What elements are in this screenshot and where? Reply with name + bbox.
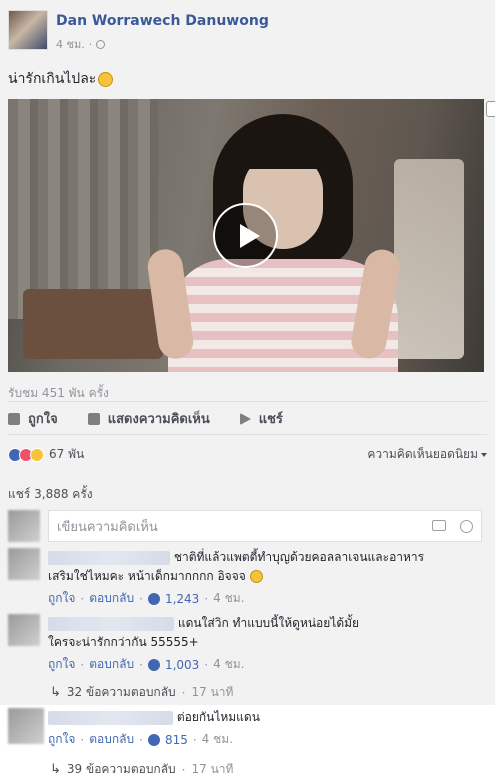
comment-line: ชาติที่แล้วแพตตี้ทำบุญด้วยคอลลาเจนและอาห… — [173, 550, 425, 564]
like-reaction-icon — [147, 658, 160, 671]
meta-separator: · — [192, 732, 197, 747]
video-sofa — [23, 289, 163, 359]
replies-time: 17 นาที — [191, 762, 234, 776]
comment-line: แดนใส่วิก ทำแบบนี้ให้ดูหน่อยได้มั้ย — [177, 616, 360, 630]
post-text-content: น่ารักเกินไปละ — [8, 71, 97, 87]
share-button[interactable]: แชร์ — [239, 408, 283, 429]
divider — [8, 434, 487, 435]
meta-separator: · — [204, 591, 209, 606]
list-item: ชาติที่แล้วแพตตี้ทำบุญด้วยคอลลาเจนและอาห… — [8, 548, 482, 608]
camera-icon[interactable] — [432, 519, 446, 531]
comment-placeholder: เขียนความคิดเห็น — [57, 519, 158, 535]
grin-emoji-icon — [98, 71, 114, 87]
comment-like-link[interactable]: ถูกใจ — [48, 589, 75, 608]
author-name[interactable]: Dan Worrawech Danuwong — [56, 13, 269, 29]
like-label: ถูกใจ — [28, 412, 58, 427]
meta-separator: · — [139, 732, 143, 747]
comment-time[interactable]: 4 ชม. — [213, 655, 244, 674]
comment-meta: ถูกใจ · ตอบกลับ · 1,243 · 4 ชม. — [48, 589, 482, 608]
divider — [8, 401, 487, 402]
play-button[interactable] — [213, 203, 278, 268]
comment-reply-link[interactable]: ตอบกลับ — [89, 655, 134, 674]
like-reaction-icon — [147, 592, 160, 605]
globe-icon[interactable] — [96, 39, 106, 49]
view-replies-link[interactable]: ↳ 39 ข้อความตอบกลับ · 17 นาที — [50, 760, 233, 778]
comment-text: ต่อยกันไหมแดน — [48, 708, 482, 727]
comment-time[interactable]: 4 ชม. — [213, 589, 244, 608]
post-text: น่ารักเกินไปละ — [8, 68, 114, 90]
meta-separator: · — [181, 762, 186, 777]
meta-separator: · — [80, 732, 85, 747]
meta-separator: · — [204, 657, 209, 672]
comment-line: ต่อยกันไหมแดน — [176, 710, 260, 724]
meta-separator: · — [139, 657, 143, 672]
sort-label: ความคิดเห็นยอดนิยม — [367, 447, 478, 461]
grin-emoji-icon — [249, 570, 263, 583]
comment-meta: ถูกใจ · ตอบกลับ · 815 · 4 ชม. — [48, 730, 482, 749]
avatar[interactable] — [8, 708, 44, 744]
reply-arrow-icon: ↳ — [50, 762, 61, 777]
reactions-summary[interactable]: 67 พัน — [8, 445, 84, 464]
list-item: ต่อยกันไหมแดน ถูกใจ · ตอบกลับ · 815 · 4 … — [8, 708, 482, 749]
comment-time[interactable]: 4 ชม. — [202, 730, 233, 749]
video-player[interactable] — [8, 99, 484, 372]
author-avatar[interactable] — [8, 10, 48, 50]
haha-reaction-icon — [30, 447, 44, 462]
comment-reply-link[interactable]: ตอบกลับ — [89, 730, 134, 749]
redacted-name — [48, 616, 174, 631]
redacted-name — [48, 710, 173, 725]
video-lamp — [394, 159, 464, 359]
comment-line: เสริมใช่ไหมคะ หน้าเด็กมากกกก อิจจจ — [48, 569, 246, 583]
like-button[interactable]: ถูกใจ — [8, 408, 58, 429]
comment-button[interactable]: แสดงความคิดเห็น — [87, 408, 210, 429]
post-header: Dan Worrawech Danuwong 4 ชม. · — [8, 10, 269, 53]
chevron-down-icon — [481, 452, 487, 457]
comment-line: ใครจะน่ารักกว่ากัน 55555+ — [48, 635, 199, 649]
like-reaction-icon — [147, 733, 160, 746]
comment-sort-dropdown[interactable]: ความคิดเห็นยอดนิยม — [367, 445, 487, 464]
comment-composer: เขียนความคิดเห็น — [8, 510, 482, 542]
comment-text: ชาติที่แล้วแพตตี้ทำบุญด้วยคอลลาเจนและอาห… — [48, 548, 482, 586]
comment-input[interactable]: เขียนความคิดเห็น — [48, 510, 482, 542]
avatar — [8, 510, 40, 542]
comment-like-link[interactable]: ถูกใจ — [48, 655, 75, 674]
view-replies-link[interactable]: ↳ 32 ข้อความตอบกลับ · 17 นาที — [50, 683, 233, 702]
comment-like-count[interactable]: 1,243 — [165, 592, 199, 606]
post-time[interactable]: 4 ชม. — [56, 35, 85, 53]
comment-like-count[interactable]: 1,003 — [165, 658, 199, 672]
avatar[interactable] — [8, 548, 40, 580]
video-curtain — [8, 99, 158, 319]
post-meta: 4 ชม. · — [56, 35, 269, 53]
comment-reply-link[interactable]: ตอบกลับ — [89, 589, 134, 608]
share-arrow-icon — [239, 412, 251, 425]
emoji-icon[interactable] — [460, 519, 473, 533]
meta-dot: · — [88, 37, 93, 51]
avatar[interactable] — [8, 614, 40, 646]
reaction-count: 67 พัน — [49, 447, 85, 461]
thumbs-up-icon — [8, 412, 20, 425]
video-bangs — [233, 124, 333, 169]
reply-arrow-icon: ↳ — [50, 685, 61, 700]
comment-text: แดนใส่วิก ทำแบบนี้ให้ดูหน่อยได้มั้ย ใครจ… — [48, 614, 482, 652]
comment-label: แสดงความคิดเห็น — [107, 412, 210, 427]
share-label: แชร์ — [258, 412, 283, 427]
meta-separator: · — [80, 657, 85, 672]
side-tab-icon[interactable] — [486, 101, 495, 117]
meta-separator: · — [139, 591, 143, 606]
reactions-row: 67 พัน ความคิดเห็นยอดนิยม — [8, 445, 487, 464]
comment-icon — [87, 412, 100, 425]
replies-count: 39 ข้อความตอบกลับ — [66, 762, 176, 776]
comment-meta: ถูกใจ · ตอบกลับ · 1,003 · 4 ชม. — [48, 655, 482, 674]
meta-separator: · — [181, 685, 186, 700]
post-actions: ถูกใจ แสดงความคิดเห็น แชร์ — [8, 408, 487, 429]
redacted-name — [48, 550, 170, 565]
comment-like-link[interactable]: ถูกใจ — [48, 730, 75, 749]
comment-like-count[interactable]: 815 — [165, 733, 188, 747]
share-count[interactable]: แชร์ 3,888 ครั้ง — [8, 485, 93, 504]
replies-count: 32 ข้อความตอบกลับ — [66, 685, 176, 699]
list-item: แดนใส่วิก ทำแบบนี้ให้ดูหน่อยได้มั้ย ใครจ… — [8, 614, 482, 674]
meta-separator: · — [80, 591, 85, 606]
replies-time: 17 นาที — [191, 685, 234, 699]
